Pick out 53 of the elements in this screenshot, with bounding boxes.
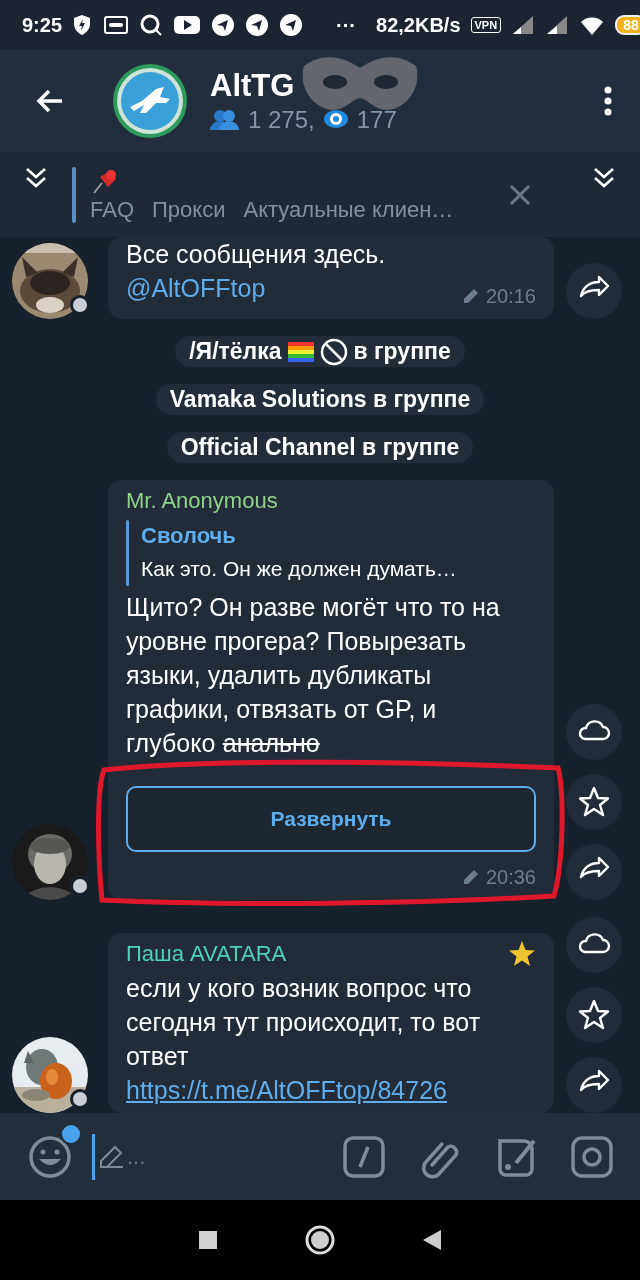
camera-icon[interactable] (570, 1134, 614, 1179)
menu-icon[interactable] (604, 86, 612, 116)
prohibited-icon (319, 337, 348, 366)
status-dot (70, 1089, 90, 1109)
pinned-tab[interactable]: FAQ (90, 196, 134, 223)
clock: 9:25 (22, 13, 63, 37)
signal-icon (545, 14, 570, 36)
message-text: Все сообщения здесь. (126, 239, 387, 270)
service-text: /Я/тёлка (189, 338, 282, 365)
service-text: в группе (353, 338, 451, 365)
back-icon[interactable] (421, 1228, 443, 1252)
recents-icon[interactable] (197, 1229, 219, 1251)
message-field[interactable]: ... (125, 1142, 249, 1171)
expand-button[interactable]: Развернуть (126, 786, 536, 852)
signal-icon (511, 14, 536, 36)
link[interactable]: https://t.me/AltOFFtop/84726 (126, 1076, 447, 1104)
vpn-badge: VPN (470, 17, 502, 33)
video-icon (174, 14, 201, 36)
search-icon (140, 14, 163, 36)
more-notifications: ··· (336, 13, 356, 37)
double-chevron-icon[interactable] (24, 166, 48, 190)
service-text: Vamaka Solutions в группе (169, 386, 471, 413)
message-text: Щито? Он разве могёт что то на уровне прогера? Повырезать языки, удалить дубликаты графики, отвязать от GP, и глубоко анально (126, 592, 501, 759)
sender-name: Паша AVATARA (126, 940, 287, 968)
slash-command-icon[interactable] (342, 1134, 386, 1179)
status-dot (70, 295, 90, 315)
member-count: 1 275, (248, 106, 315, 134)
tape-icon (104, 15, 129, 35)
pinned-tab[interactable]: Прокси (152, 196, 226, 223)
network-speed: 82,2KB/s (376, 13, 461, 37)
online-count: 177 (356, 106, 397, 134)
status-dot (70, 876, 90, 896)
chat-title: AltTG (210, 68, 295, 104)
reply-author: Сволочь (141, 522, 237, 550)
close-icon[interactable] (508, 182, 532, 207)
double-chevron-icon[interactable] (592, 166, 616, 190)
home-icon[interactable] (305, 1225, 335, 1255)
service-text: Official Channel в группе (180, 434, 460, 461)
emoji-icon[interactable] (28, 1134, 72, 1179)
battery-indicator: 88 (615, 15, 640, 35)
send-icon (212, 14, 235, 36)
send-icon (246, 14, 269, 36)
members-icon (210, 108, 240, 132)
message-time: 20:36 (485, 865, 536, 890)
shield-icon (72, 14, 93, 36)
link[interactable]: @AltOFFtop (126, 274, 266, 302)
message-text: если у кого возник вопрос что сегодня тут происходит, то вот ответ (126, 973, 482, 1072)
message-time: 20:16 (485, 284, 536, 309)
text-cursor (92, 1133, 95, 1180)
pinned-tab[interactable]: Актуальные клиен… (243, 196, 454, 223)
reply-text: Как это. Он же должен думать… (141, 556, 457, 582)
send-icon (280, 14, 303, 36)
sender-name: Mr. Anonymous (126, 487, 278, 515)
